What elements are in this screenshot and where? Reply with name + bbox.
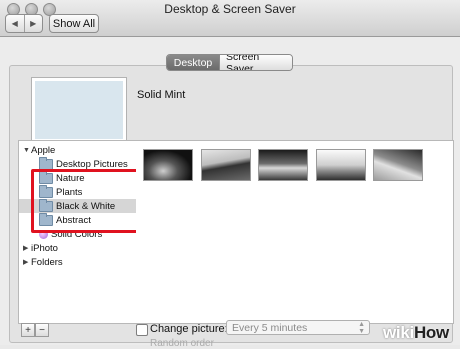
group-label: Apple <box>31 144 56 156</box>
change-picture-label: Change picture: <box>150 323 228 335</box>
group-label: Folders <box>31 256 63 268</box>
title-bar: Desktop & Screen Saver ◀ ▶ Show All <box>0 0 460 37</box>
disclosure-closed-icon[interactable]: ▶ <box>23 258 31 266</box>
change-picture-checkbox[interactable] <box>136 324 148 336</box>
add-folder-button[interactable]: + <box>21 323 35 337</box>
folder-icon <box>39 156 53 170</box>
wallpaper-thumbnail[interactable] <box>316 149 366 181</box>
picture-grid <box>136 140 454 324</box>
interval-value: Every 5 minutes <box>232 321 308 334</box>
remove-folder-button[interactable]: − <box>35 323 49 337</box>
back-forward-group: ◀ ▶ <box>5 14 43 33</box>
wallpaper-thumbnail[interactable] <box>373 149 423 181</box>
wallpaper-thumbnail[interactable] <box>201 149 251 181</box>
updown-arrows-icon: ▲ ▼ <box>358 321 365 335</box>
tab-screen-saver[interactable]: Screen Saver <box>219 55 292 70</box>
tab-desktop[interactable]: Desktop <box>167 55 219 70</box>
annotation-highlight-box <box>31 169 141 233</box>
group-folders[interactable]: ▶ Folders <box>19 255 136 269</box>
source-item-label: Desktop Pictures <box>56 158 128 170</box>
forward-arrow-icon[interactable]: ▶ <box>23 15 43 32</box>
disclosure-closed-icon[interactable]: ▶ <box>23 244 31 252</box>
group-iphoto[interactable]: ▶ iPhoto <box>19 241 136 255</box>
wallpaper-thumbnail[interactable] <box>258 149 308 181</box>
tab-bar: Desktop Screen Saver <box>166 54 293 71</box>
wallpaper-thumbnail[interactable] <box>143 149 193 181</box>
random-order-label: Random order <box>150 338 214 349</box>
group-label: iPhoto <box>31 242 58 254</box>
show-all-button[interactable]: Show All <box>49 14 99 33</box>
disclosure-open-icon[interactable]: ▼ <box>23 147 31 154</box>
wikihow-watermark: wikiHow <box>383 323 449 342</box>
desktop-preview <box>32 78 126 142</box>
back-arrow-icon[interactable]: ◀ <box>6 15 24 32</box>
interval-select[interactable]: Every 5 minutes ▲ ▼ <box>226 320 370 335</box>
group-apple[interactable]: ▼ Apple <box>19 143 136 157</box>
preview-name: Solid Mint <box>137 89 186 101</box>
